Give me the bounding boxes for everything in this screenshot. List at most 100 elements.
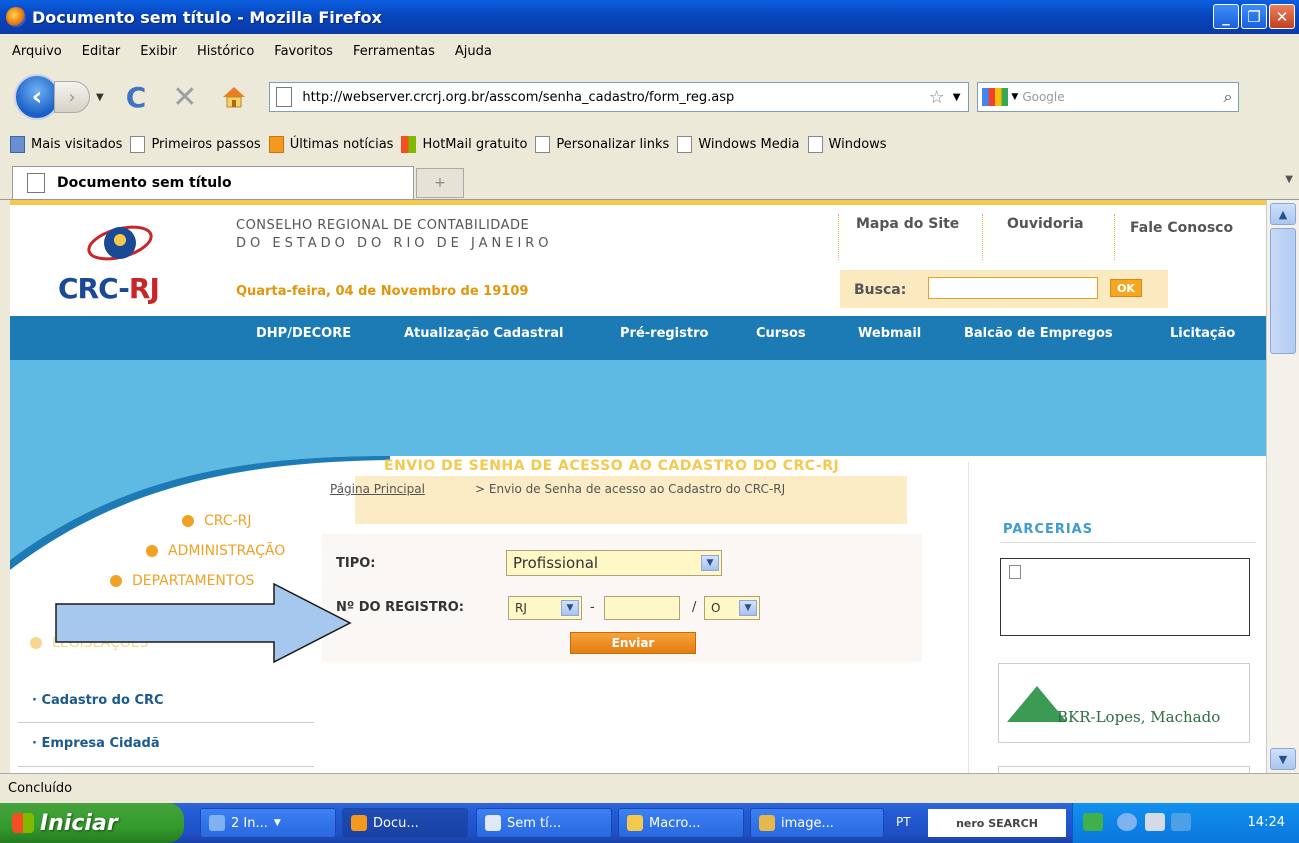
task-image[interactable]: image... [750,808,884,838]
windows-flag-icon [12,813,34,833]
bookmark-mais-visitados[interactable]: Mais visitados [10,135,122,153]
task-firefox[interactable]: Docu... [342,808,468,838]
close-button[interactable]: ✕ [1269,4,1295,29]
task-internet-explorer[interactable]: 2 In... ▼ [200,808,336,838]
bookmark-star-icon[interactable]: ☆ [929,87,945,108]
crc-rj-logo[interactable]: CRC-RJ [58,272,160,305]
nav-balcao-de-empregos[interactable]: Balcão de Empregos [964,326,1113,341]
bookmark-personalizar-links[interactable]: Personalizar links [535,135,669,153]
bookmark-hotmail[interactable]: HotMail gratuito [401,135,527,153]
tray-monitor-icon[interactable] [1145,813,1165,831]
navigation-toolbar: ‹ › ▼ C ✕ http://webserver.crcrj.org.br/… [0,68,1299,126]
tray-arrow-icon[interactable] [1083,813,1103,831]
link-empresa-cidada[interactable]: · Empresa Cidadã [32,736,160,751]
start-button[interactable]: Iniciar [0,803,184,843]
firefox-icon [351,815,367,831]
tab-list-dropdown-icon[interactable]: ▼ [1285,174,1293,185]
window-title: Documento sem título - Mozilla Firefox [32,7,382,27]
nav-dhp-decore[interactable]: DHP/DECORE [256,326,351,341]
divider [982,214,983,260]
tray-network-icon[interactable] [1171,813,1191,831]
stop-icon[interactable]: ✕ [172,80,197,115]
nav-cursos[interactable]: Cursos [756,326,806,341]
tab-strip: Documento sem título + ▼ [0,162,1299,200]
partner-banner-3[interactable] [998,766,1250,773]
site-search-input[interactable] [928,277,1098,299]
nero-search-box[interactable]: nero SEARCH [928,809,1066,837]
side-menu-administracao[interactable]: ADMINISTRAÇÃO [146,543,285,559]
task-macro[interactable]: Macro... [618,808,744,838]
address-bar[interactable]: http://webserver.crcrj.org.br/asscom/sen… [269,82,970,112]
minimize-button[interactable]: _ [1213,4,1239,29]
search-placeholder[interactable]: Google [1022,90,1223,104]
menu-arquivo[interactable]: Arquivo [12,44,62,59]
menu-favoritos[interactable]: Favoritos [274,44,333,59]
tipo-label: TIPO: [336,556,376,571]
enviar-button[interactable]: Enviar [570,632,696,654]
scroll-up-button[interactable]: ▲ [1270,203,1296,225]
link-fale-conosco[interactable]: Fale Conosco [1130,220,1233,236]
status-text: Concluído [8,781,73,796]
forward-button[interactable]: › [54,81,90,113]
nav-webmail[interactable]: Webmail [858,326,921,341]
bullet-icon [182,515,194,527]
link-mapa-do-site[interactable]: Mapa do Site [856,216,959,232]
uf-select[interactable]: RJ ▼ [508,596,582,620]
search-engine-dropdown-icon[interactable]: ▼ [1011,92,1018,102]
url-text[interactable]: http://webserver.crcrj.org.br/asscom/sen… [302,90,928,105]
side-menu-crc-rj[interactable]: CRC-RJ [182,513,252,529]
clock[interactable]: 14:24 [1248,815,1285,830]
menu-historico[interactable]: Histórico [197,44,254,59]
search-icon[interactable]: ⌕ [1223,87,1232,107]
bookmark-windows[interactable]: Windows [807,135,887,153]
link-ouvidoria[interactable]: Ouvidoria [1007,216,1084,232]
site-search-label: Busca: [854,282,907,298]
language-indicator[interactable]: PT [896,815,911,829]
categoria-select[interactable]: O ▼ [704,596,760,620]
task-sem-titulo[interactable]: Sem tí... [476,808,612,838]
bookmark-primeiros-passos[interactable]: Primeiros passos [130,135,261,153]
scroll-down-button[interactable]: ▼ [1270,748,1296,770]
new-tab-button[interactable]: + [416,168,464,198]
tray-back-icon[interactable] [1117,813,1137,831]
nav-licitacao[interactable]: Licitação [1170,326,1235,341]
maximize-button[interactable]: ❐ [1241,4,1267,29]
menu-exibir[interactable]: Exibir [140,44,177,59]
bullet-icon [146,545,158,557]
reload-icon[interactable]: C [126,81,147,114]
search-bar[interactable]: ▼ Google ⌕ [977,82,1240,112]
tab-active[interactable]: Documento sem título [12,166,414,199]
divider [1000,542,1256,543]
menu-ferramentas[interactable]: Ferramentas [353,44,435,59]
google-icon[interactable] [982,88,1009,106]
partner-banner-bkr[interactable]: BKR-Lopes, Machado [998,663,1250,743]
home-icon[interactable] [219,84,249,110]
nav-pre-registro[interactable]: Pré-registro [620,326,708,341]
partner-banner-1[interactable] [1000,558,1250,636]
bullet-icon [30,637,42,649]
vertical-scrollbar[interactable]: ▲ ▼ [1266,200,1299,773]
breadcrumb-home-link[interactable]: Página Principal [330,482,425,496]
firefox-icon [6,7,26,27]
nav-atualizacao-cadastral[interactable]: Atualização Cadastral [404,326,563,341]
registro-label: Nº DO REGISTRO: [336,600,464,615]
history-dropdown-icon[interactable]: ▼ [96,92,104,103]
broken-image-icon [1009,565,1021,579]
chevron-down-icon: ▼ [561,600,579,616]
web-content: CRC-RJ CONSELHO REGIONAL DE CONTABILIDAD… [10,200,1266,773]
registro-number-input[interactable] [604,596,680,620]
tipo-select[interactable]: Profissional ▼ [506,550,722,576]
bookmark-windows-media[interactable]: Windows Media [677,135,800,153]
menu-ajuda[interactable]: Ajuda [455,44,492,59]
bookmark-ultimas-noticias[interactable]: Últimas notícias [268,135,393,153]
site-search-ok-button[interactable]: OK [1110,279,1142,297]
scroll-thumb[interactable] [1270,228,1296,354]
menu-bar: Arquivo Editar Exibir Histórico Favorito… [0,34,1299,68]
divider [18,722,314,723]
chevron-down-icon: ▼ [739,600,757,616]
divider [1114,214,1115,260]
link-cadastro-do-crc[interactable]: · Cadastro do CRC [32,693,164,708]
url-dropdown-icon[interactable]: ▼ [953,92,961,103]
menu-editar[interactable]: Editar [82,44,121,59]
window-title-bar[interactable]: Documento sem título - Mozilla Firefox _… [0,0,1299,34]
